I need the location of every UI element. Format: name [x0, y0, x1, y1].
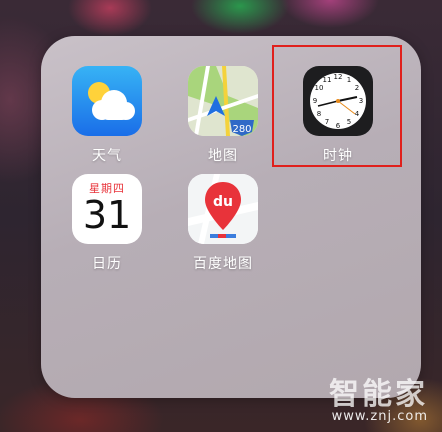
app-maps[interactable]: 280 地图	[178, 66, 268, 165]
watermark-url: www.znj.com	[331, 409, 428, 424]
calendar-icon: 星期四 31	[72, 174, 142, 244]
calendar-day: 31	[82, 193, 132, 237]
app-weather[interactable]: 天气	[62, 66, 152, 165]
app-label-calendar: 日历	[92, 256, 122, 272]
app-calendar[interactable]: 星期四 31 日历	[62, 174, 152, 273]
app-label-baidu-map: 百度地图	[193, 256, 253, 272]
app-label-maps: 地图	[208, 148, 238, 164]
watermark: 智能家 www.znj.com	[329, 369, 428, 424]
watermark-logo: 智能家	[329, 377, 428, 412]
maps-icon: 280	[188, 66, 258, 136]
road-sign-text: 280	[232, 124, 251, 135]
weather-icon	[72, 66, 142, 136]
app-baidu-map[interactable]: du 百度地图	[178, 174, 268, 273]
baidu-logo-text: du	[213, 194, 233, 210]
app-label-weather: 天气	[92, 148, 122, 164]
baidu-map-icon: du	[188, 174, 258, 244]
highlight-box-clock	[272, 45, 402, 167]
